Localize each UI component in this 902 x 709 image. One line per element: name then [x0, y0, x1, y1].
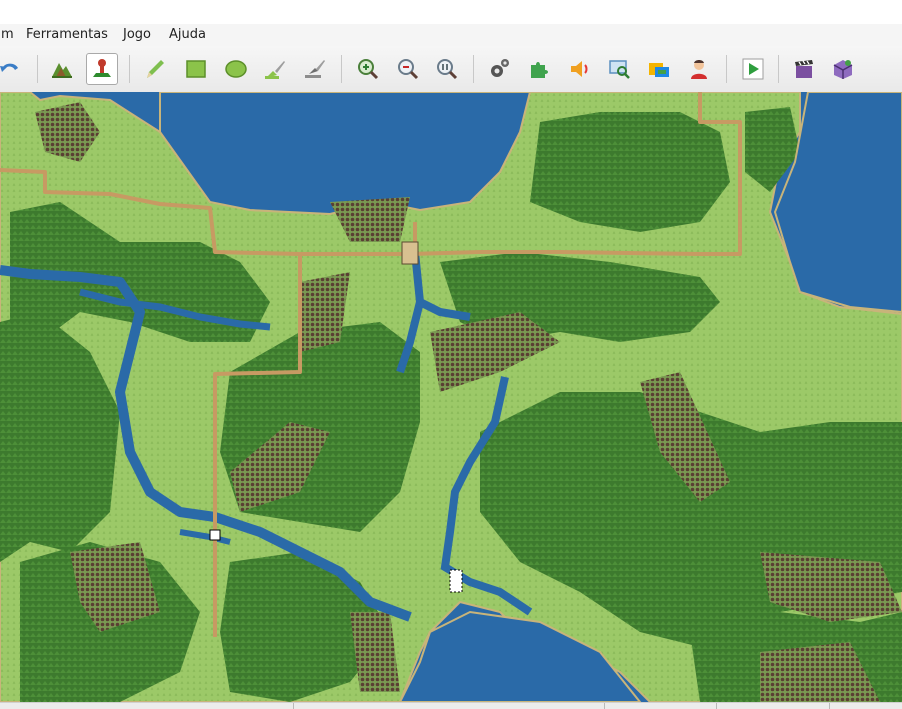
toolbar-separator [473, 55, 474, 83]
menu-bar: m Ferramentas Jogo Ajuda [0, 24, 902, 46]
north-bay [159, 92, 532, 216]
clapper-icon [795, 60, 813, 78]
zoom-out-icon [398, 59, 419, 80]
movie-button[interactable] [788, 53, 820, 85]
toolbar-separator [778, 55, 779, 83]
menu-item-truncated[interactable]: m [1, 27, 14, 43]
deploy-button[interactable] [827, 53, 859, 85]
character-generator-button[interactable] [683, 53, 715, 85]
mountain-layer-icon [52, 63, 72, 78]
bridge-north [401, 241, 419, 265]
map-layer-button[interactable] [46, 53, 78, 85]
package-icon [833, 60, 853, 79]
play-icon [742, 58, 764, 80]
playtest-button[interactable] [737, 53, 769, 85]
toolbar-separator [726, 55, 727, 83]
status-divider [604, 703, 605, 709]
character-icon [691, 60, 707, 79]
select-button[interactable] [299, 53, 331, 85]
zoom-actual-size-icon [437, 59, 458, 80]
zoom-out-button[interactable] [392, 53, 424, 85]
status-divider [293, 703, 294, 709]
select-brush-icon [305, 60, 325, 78]
event-marker-west[interactable] [209, 529, 221, 541]
zoom-in-button[interactable] [352, 53, 384, 85]
plugins-button[interactable] [524, 53, 556, 85]
event-marker-center[interactable] [449, 569, 463, 593]
event-layer-button[interactable] [86, 53, 118, 85]
status-divider [716, 703, 717, 709]
menu-item-jogo[interactable]: Jogo [123, 27, 151, 43]
search-screen-icon [609, 60, 630, 79]
toolbar-separator [129, 55, 130, 83]
ellipse-icon [225, 60, 247, 78]
map-canvas[interactable] [0, 92, 902, 702]
fill-brush-icon [265, 61, 285, 79]
toolbar-separator [37, 55, 38, 83]
world-map[interactable] [0, 92, 902, 702]
puzzle-icon [531, 62, 548, 78]
event-search-button[interactable] [604, 53, 636, 85]
gears-icon [491, 59, 509, 77]
zoom-actual-button[interactable] [431, 53, 463, 85]
fill-button[interactable] [259, 53, 291, 85]
forest-northeast [530, 112, 730, 232]
rectangle-icon [186, 60, 206, 78]
menu-item-ferramentas[interactable]: Ferramentas [26, 27, 108, 43]
resource-manager-icon [649, 63, 669, 77]
undo-button[interactable] [0, 53, 26, 85]
menu-item-ajuda[interactable]: Ajuda [169, 27, 206, 43]
window-title-bar [0, 0, 902, 24]
toolbar-separator [341, 55, 342, 83]
ellipse-button[interactable] [220, 53, 252, 85]
sound-button[interactable] [564, 53, 596, 85]
rectangle-button[interactable] [180, 53, 212, 85]
pencil-button[interactable] [139, 53, 171, 85]
status-divider [829, 703, 830, 709]
character-pin-icon [93, 59, 111, 77]
undo-arrow-icon [0, 63, 18, 72]
database-button[interactable] [484, 53, 516, 85]
toolbar [0, 46, 902, 93]
zoom-in-icon [358, 59, 379, 80]
speaker-icon [571, 61, 588, 77]
resources-button[interactable] [643, 53, 675, 85]
pencil-icon [147, 60, 164, 78]
